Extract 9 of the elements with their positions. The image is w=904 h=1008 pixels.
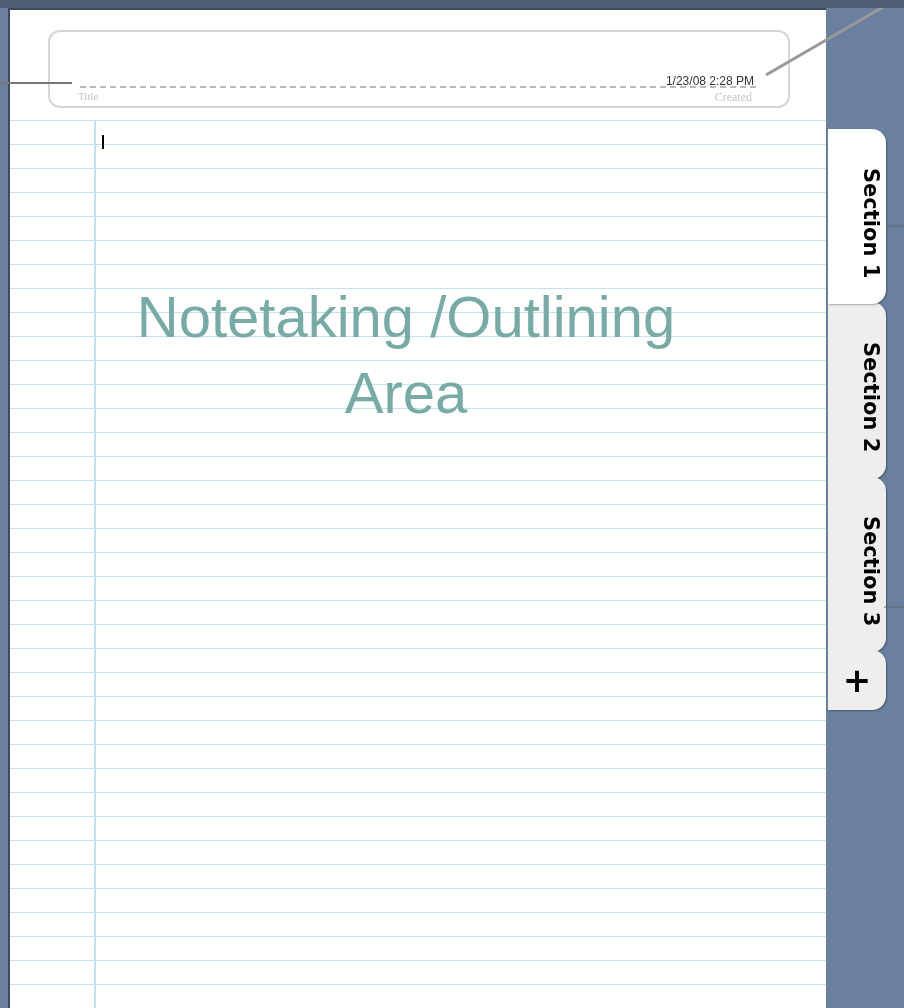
text-cursor bbox=[102, 135, 104, 149]
section-tab[interactable]: Section 2 bbox=[828, 302, 886, 479]
created-date: 1/23/08 2:28 PM bbox=[665, 73, 754, 90]
section-tab[interactable]: Section 3 bbox=[828, 477, 886, 652]
created-label: Created bbox=[714, 89, 752, 106]
add-tab-button[interactable]: + bbox=[828, 650, 886, 710]
area-label: Notetaking /Outlining Area bbox=[136, 284, 676, 425]
title-field[interactable]: Title bbox=[78, 88, 278, 105]
section-tab[interactable]: Section 1 bbox=[828, 129, 886, 304]
